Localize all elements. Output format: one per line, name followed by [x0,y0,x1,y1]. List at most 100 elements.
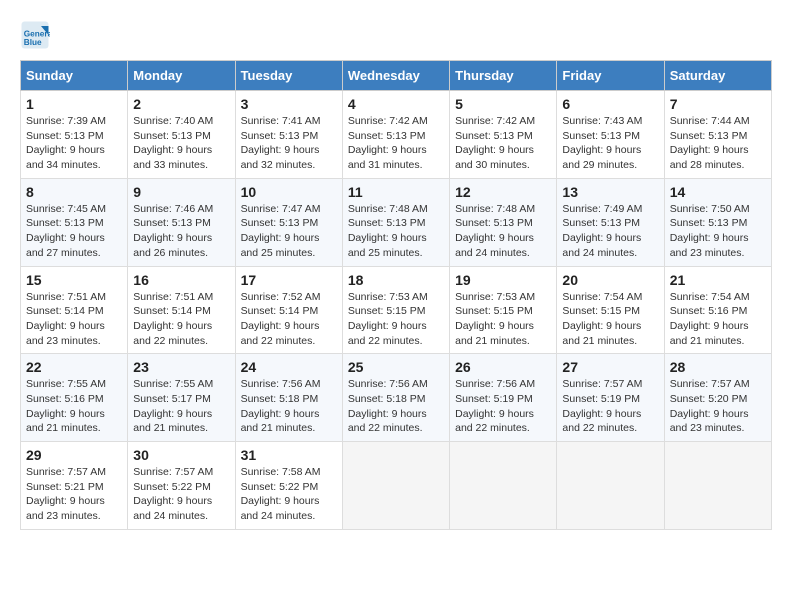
column-header-tuesday: Tuesday [235,61,342,91]
daylight-label: Daylight: 9 hours and 28 minutes. [670,144,749,171]
sunrise-label: Sunrise: 7:55 AM [26,378,106,390]
day-info: Sunrise: 7:48 AM Sunset: 5:13 PM Dayligh… [348,202,444,261]
sunset-label: Sunset: 5:13 PM [455,130,533,142]
svg-text:Blue: Blue [24,38,42,47]
column-header-friday: Friday [557,61,664,91]
calendar-cell: 19 Sunrise: 7:53 AM Sunset: 5:15 PM Dayl… [450,266,557,354]
sunrise-label: Sunrise: 7:56 AM [455,378,535,390]
sunset-label: Sunset: 5:16 PM [670,305,748,317]
daylight-label: Daylight: 9 hours and 21 minutes. [562,320,641,347]
daylight-label: Daylight: 9 hours and 32 minutes. [241,144,320,171]
sunset-label: Sunset: 5:15 PM [562,305,640,317]
day-info: Sunrise: 7:52 AM Sunset: 5:14 PM Dayligh… [241,290,337,349]
sunset-label: Sunset: 5:13 PM [562,130,640,142]
sunrise-label: Sunrise: 7:39 AM [26,115,106,127]
page-header: General Blue [20,20,772,50]
sunrise-label: Sunrise: 7:54 AM [670,291,750,303]
calendar-cell: 23 Sunrise: 7:55 AM Sunset: 5:17 PM Dayl… [128,354,235,442]
sunrise-label: Sunrise: 7:47 AM [241,203,321,215]
week-row-1: 1 Sunrise: 7:39 AM Sunset: 5:13 PM Dayli… [21,91,772,179]
calendar-cell: 9 Sunrise: 7:46 AM Sunset: 5:13 PM Dayli… [128,178,235,266]
calendar-cell: 29 Sunrise: 7:57 AM Sunset: 5:21 PM Dayl… [21,442,128,530]
daylight-label: Daylight: 9 hours and 34 minutes. [26,144,105,171]
sunrise-label: Sunrise: 7:48 AM [348,203,428,215]
day-number: 21 [670,272,766,288]
sunrise-label: Sunrise: 7:57 AM [133,466,213,478]
calendar-cell: 13 Sunrise: 7:49 AM Sunset: 5:13 PM Dayl… [557,178,664,266]
sunset-label: Sunset: 5:13 PM [670,130,748,142]
sunset-label: Sunset: 5:14 PM [133,305,211,317]
calendar-cell: 11 Sunrise: 7:48 AM Sunset: 5:13 PM Dayl… [342,178,449,266]
sunrise-label: Sunrise: 7:57 AM [562,378,642,390]
calendar-cell: 16 Sunrise: 7:51 AM Sunset: 5:14 PM Dayl… [128,266,235,354]
calendar-cell: 25 Sunrise: 7:56 AM Sunset: 5:18 PM Dayl… [342,354,449,442]
sunset-label: Sunset: 5:15 PM [455,305,533,317]
day-info: Sunrise: 7:39 AM Sunset: 5:13 PM Dayligh… [26,114,122,173]
day-info: Sunrise: 7:53 AM Sunset: 5:15 PM Dayligh… [348,290,444,349]
day-number: 22 [26,359,122,375]
day-number: 25 [348,359,444,375]
calendar-cell: 7 Sunrise: 7:44 AM Sunset: 5:13 PM Dayli… [664,91,771,179]
day-info: Sunrise: 7:54 AM Sunset: 5:16 PM Dayligh… [670,290,766,349]
daylight-label: Daylight: 9 hours and 24 minutes. [133,495,212,522]
sunset-label: Sunset: 5:13 PM [562,217,640,229]
day-number: 1 [26,96,122,112]
daylight-label: Daylight: 9 hours and 22 minutes. [455,408,534,435]
day-info: Sunrise: 7:44 AM Sunset: 5:13 PM Dayligh… [670,114,766,173]
sunset-label: Sunset: 5:13 PM [348,217,426,229]
calendar-cell: 5 Sunrise: 7:42 AM Sunset: 5:13 PM Dayli… [450,91,557,179]
sunset-label: Sunset: 5:22 PM [133,481,211,493]
sunset-label: Sunset: 5:13 PM [348,130,426,142]
day-number: 3 [241,96,337,112]
day-number: 31 [241,447,337,463]
daylight-label: Daylight: 9 hours and 22 minutes. [241,320,320,347]
calendar-cell [342,442,449,530]
sunrise-label: Sunrise: 7:42 AM [455,115,535,127]
daylight-label: Daylight: 9 hours and 24 minutes. [241,495,320,522]
day-number: 29 [26,447,122,463]
calendar-cell: 21 Sunrise: 7:54 AM Sunset: 5:16 PM Dayl… [664,266,771,354]
day-number: 11 [348,184,444,200]
day-info: Sunrise: 7:55 AM Sunset: 5:16 PM Dayligh… [26,377,122,436]
day-number: 24 [241,359,337,375]
day-info: Sunrise: 7:40 AM Sunset: 5:13 PM Dayligh… [133,114,229,173]
calendar-cell [557,442,664,530]
day-info: Sunrise: 7:46 AM Sunset: 5:13 PM Dayligh… [133,202,229,261]
daylight-label: Daylight: 9 hours and 24 minutes. [455,232,534,259]
day-number: 15 [26,272,122,288]
daylight-label: Daylight: 9 hours and 21 minutes. [26,408,105,435]
calendar-cell: 17 Sunrise: 7:52 AM Sunset: 5:14 PM Dayl… [235,266,342,354]
week-row-5: 29 Sunrise: 7:57 AM Sunset: 5:21 PM Dayl… [21,442,772,530]
day-number: 16 [133,272,229,288]
sunset-label: Sunset: 5:16 PM [26,393,104,405]
sunset-label: Sunset: 5:15 PM [348,305,426,317]
day-number: 20 [562,272,658,288]
calendar-cell: 28 Sunrise: 7:57 AM Sunset: 5:20 PM Dayl… [664,354,771,442]
daylight-label: Daylight: 9 hours and 22 minutes. [348,320,427,347]
sunrise-label: Sunrise: 7:55 AM [133,378,213,390]
sunrise-label: Sunrise: 7:51 AM [26,291,106,303]
calendar-cell: 26 Sunrise: 7:56 AM Sunset: 5:19 PM Dayl… [450,354,557,442]
sunrise-label: Sunrise: 7:57 AM [26,466,106,478]
day-number: 14 [670,184,766,200]
day-info: Sunrise: 7:51 AM Sunset: 5:14 PM Dayligh… [26,290,122,349]
day-info: Sunrise: 7:48 AM Sunset: 5:13 PM Dayligh… [455,202,551,261]
day-number: 19 [455,272,551,288]
sunset-label: Sunset: 5:13 PM [670,217,748,229]
column-header-sunday: Sunday [21,61,128,91]
daylight-label: Daylight: 9 hours and 21 minutes. [455,320,534,347]
sunrise-label: Sunrise: 7:58 AM [241,466,321,478]
daylight-label: Daylight: 9 hours and 26 minutes. [133,232,212,259]
day-number: 13 [562,184,658,200]
calendar-cell: 1 Sunrise: 7:39 AM Sunset: 5:13 PM Dayli… [21,91,128,179]
daylight-label: Daylight: 9 hours and 27 minutes. [26,232,105,259]
calendar-cell: 14 Sunrise: 7:50 AM Sunset: 5:13 PM Dayl… [664,178,771,266]
sunset-label: Sunset: 5:21 PM [26,481,104,493]
sunset-label: Sunset: 5:13 PM [133,130,211,142]
sunrise-label: Sunrise: 7:56 AM [348,378,428,390]
calendar-cell: 2 Sunrise: 7:40 AM Sunset: 5:13 PM Dayli… [128,91,235,179]
day-info: Sunrise: 7:57 AM Sunset: 5:20 PM Dayligh… [670,377,766,436]
sunset-label: Sunset: 5:13 PM [241,217,319,229]
daylight-label: Daylight: 9 hours and 23 minutes. [26,320,105,347]
column-header-monday: Monday [128,61,235,91]
